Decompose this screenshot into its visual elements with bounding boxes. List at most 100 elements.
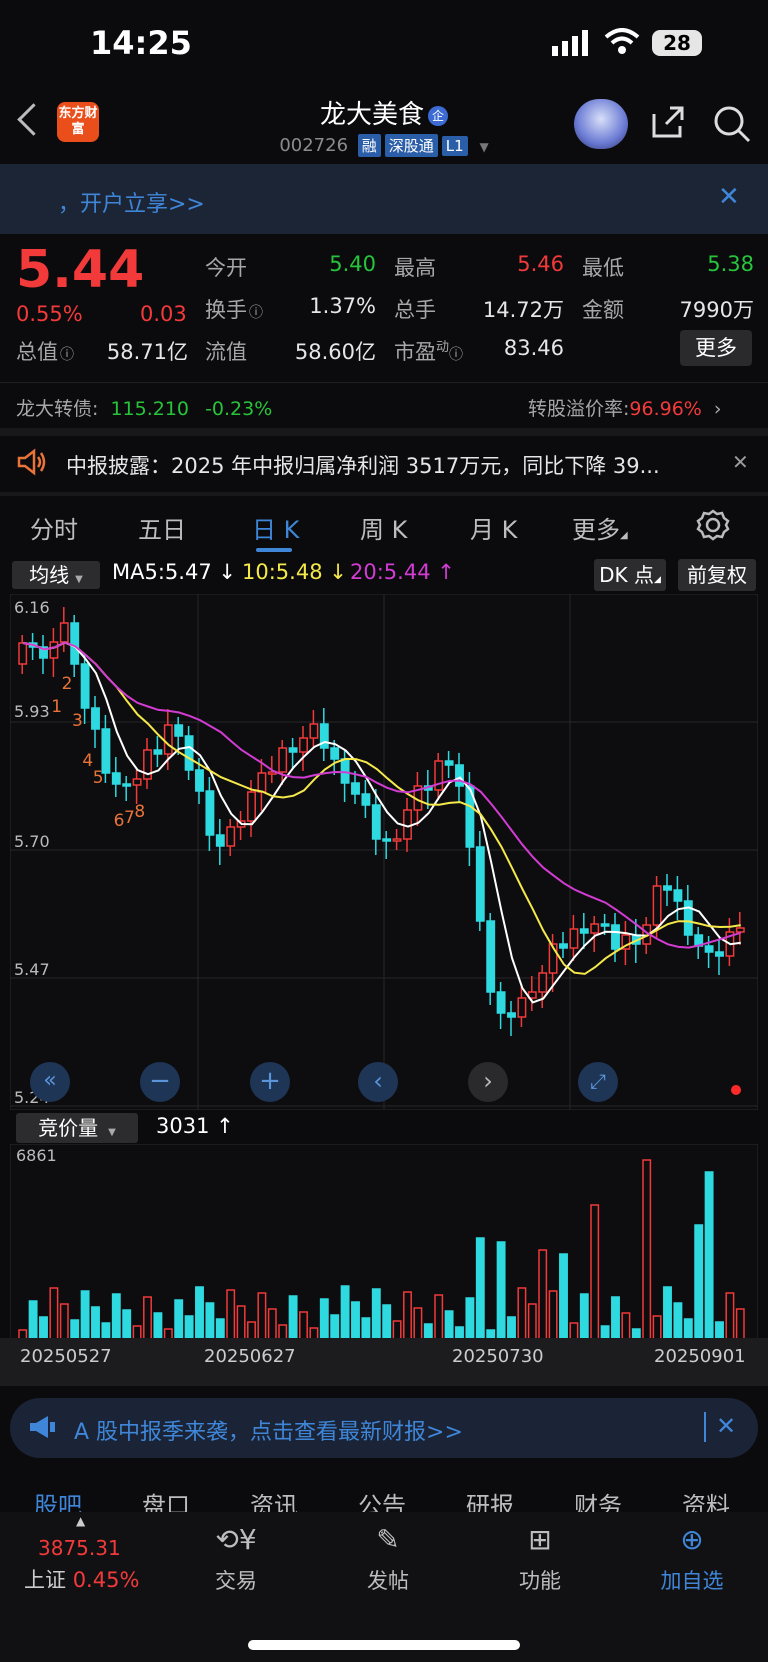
chevron-down-icon: ▼ xyxy=(108,1127,116,1138)
volume-bar xyxy=(663,1286,672,1341)
tab-monthly-k[interactable]: 月 K xyxy=(470,510,517,545)
candle-body xyxy=(579,928,589,934)
volume-bar xyxy=(288,1295,298,1341)
candle-body xyxy=(174,724,184,737)
volume-bar xyxy=(371,1288,381,1341)
corner-triangle-icon: ◢ xyxy=(620,530,628,541)
index-name: 上证 xyxy=(24,1568,66,1592)
info-icon[interactable]: ⓘ xyxy=(249,305,263,321)
volume-bar xyxy=(725,1292,735,1341)
volume-bar xyxy=(174,1299,184,1341)
tab-daily-k[interactable]: 日 K xyxy=(252,510,299,545)
chevron-right-icon[interactable]: › xyxy=(468,1062,508,1102)
volume-bar xyxy=(621,1312,631,1341)
caret-up-icon: ▲ xyxy=(76,1514,86,1528)
zoom-in-icon[interactable]: + xyxy=(250,1062,290,1102)
adjust-button[interactable]: 前复权 xyxy=(678,559,756,591)
gear-icon[interactable] xyxy=(696,508,730,546)
pe-dynamic-sup: 动 xyxy=(436,340,450,355)
candle-body xyxy=(715,951,724,957)
candle-body xyxy=(49,641,59,659)
candle-body xyxy=(475,846,485,922)
candle-body xyxy=(392,838,402,842)
value-market-cap: 58.71亿 xyxy=(106,340,188,364)
convertible-bond-row[interactable]: 龙大转债: 115.210 -0.23% xyxy=(16,394,272,421)
tag-connect: 深股通 xyxy=(384,134,438,157)
current-price: 5.44 xyxy=(16,240,145,300)
x-tick-label: 20250627 xyxy=(204,1346,296,1367)
candlestick-chart[interactable]: 123456 7 8 xyxy=(10,594,758,1110)
share-icon[interactable] xyxy=(650,104,686,140)
dk-label: DK 点 xyxy=(599,563,654,587)
label-low: 最低 xyxy=(582,256,624,280)
add-watchlist-label[interactable]: 加自选 xyxy=(642,1565,742,1595)
info-icon[interactable]: ⓘ xyxy=(449,347,463,363)
earnings-banner-text[interactable]: A 股中报季来袭，点击查看最新财报>> xyxy=(74,1414,463,1446)
fullscreen-icon[interactable]: ⤢ xyxy=(578,1062,618,1102)
ma-selector[interactable]: 均线 ▼ xyxy=(12,561,100,589)
index-value[interactable]: 3875.31 xyxy=(38,1536,121,1560)
close-icon[interactable]: ✕ xyxy=(732,450,749,474)
close-icon[interactable]: ✕ xyxy=(716,1412,736,1440)
candle-body xyxy=(444,760,454,766)
candle-body xyxy=(517,997,527,1018)
volume-chart[interactable] xyxy=(10,1144,758,1344)
label-volume: 总手 xyxy=(394,298,436,322)
add-circle-icon[interactable]: ⊕ xyxy=(652,1523,732,1556)
volume-bar xyxy=(70,1319,80,1341)
y-tick-label: 6.16 xyxy=(14,598,50,617)
volume-selector[interactable]: 竞价量 ▼ xyxy=(16,1113,138,1143)
volume-bar xyxy=(465,1297,475,1341)
trade-label[interactable]: 交易 xyxy=(186,1565,286,1595)
search-icon[interactable] xyxy=(712,104,751,143)
function-label[interactable]: 功能 xyxy=(490,1565,590,1595)
zoom-out-icon[interactable]: − xyxy=(140,1062,180,1102)
more-button[interactable]: 更多 xyxy=(680,330,752,366)
candle-body xyxy=(299,737,308,753)
dk-point-button[interactable]: DK 点◢ xyxy=(594,559,666,591)
latest-price-dot xyxy=(731,1085,741,1095)
post-label[interactable]: 发帖 xyxy=(338,1565,438,1595)
promo-text[interactable]: ，开户立享>> xyxy=(58,186,205,218)
candle-body xyxy=(153,749,163,755)
candle-body xyxy=(257,772,267,793)
index-row[interactable]: 上证 0.45% xyxy=(24,1564,139,1594)
tab-intraday[interactable]: 分时 xyxy=(30,510,78,545)
home-indicator[interactable] xyxy=(248,1640,520,1650)
assistant-avatar-icon[interactable] xyxy=(574,99,628,149)
notice-text[interactable]: 中报披露：2025 年中报归属净利润 3517万元，同比下降 39... xyxy=(66,450,706,480)
tab-five-day[interactable]: 五日 xyxy=(138,510,186,545)
divider xyxy=(704,1412,706,1442)
edit-post-icon[interactable]: ✎ xyxy=(348,1523,428,1556)
volume-bar xyxy=(340,1285,350,1341)
tab-weekly-k[interactable]: 周 K xyxy=(360,510,407,545)
candle-body xyxy=(559,943,568,949)
candle-body xyxy=(673,889,683,902)
candle-body xyxy=(309,723,319,739)
volume-bar xyxy=(517,1287,527,1341)
volume-bar xyxy=(673,1302,683,1341)
candle-body xyxy=(663,885,672,891)
value-open: 5.40 xyxy=(329,252,376,276)
grid-apps-icon[interactable]: ⊞ xyxy=(500,1523,580,1556)
candle-body xyxy=(288,747,298,753)
premium-row[interactable]: 转股溢价率:96.96% › xyxy=(528,394,722,421)
candle-body xyxy=(132,778,142,786)
scroll-start-icon[interactable]: « xyxy=(30,1062,70,1102)
info-icon[interactable]: ⓘ xyxy=(60,347,74,363)
chevron-left-icon[interactable]: ‹ xyxy=(358,1062,398,1102)
label-turnover: 换手 ⓘ xyxy=(205,294,263,324)
volume-bar xyxy=(694,1224,704,1341)
tab-more[interactable]: 更多◢ xyxy=(572,510,628,545)
value-pe: 83.46 xyxy=(503,336,564,360)
volume-bar xyxy=(143,1296,152,1341)
status-time: 14:25 xyxy=(90,24,192,62)
label-high: 最高 xyxy=(394,256,436,280)
yen-exchange-icon[interactable]: ⟲¥ xyxy=(196,1523,276,1556)
value-turnover: 1.37% xyxy=(309,294,376,318)
candle-body xyxy=(195,769,204,792)
volume-bar xyxy=(611,1296,620,1341)
stock-code: 002726 xyxy=(279,135,349,156)
close-icon[interactable]: ✕ xyxy=(718,182,740,212)
volume-bar xyxy=(403,1291,412,1341)
